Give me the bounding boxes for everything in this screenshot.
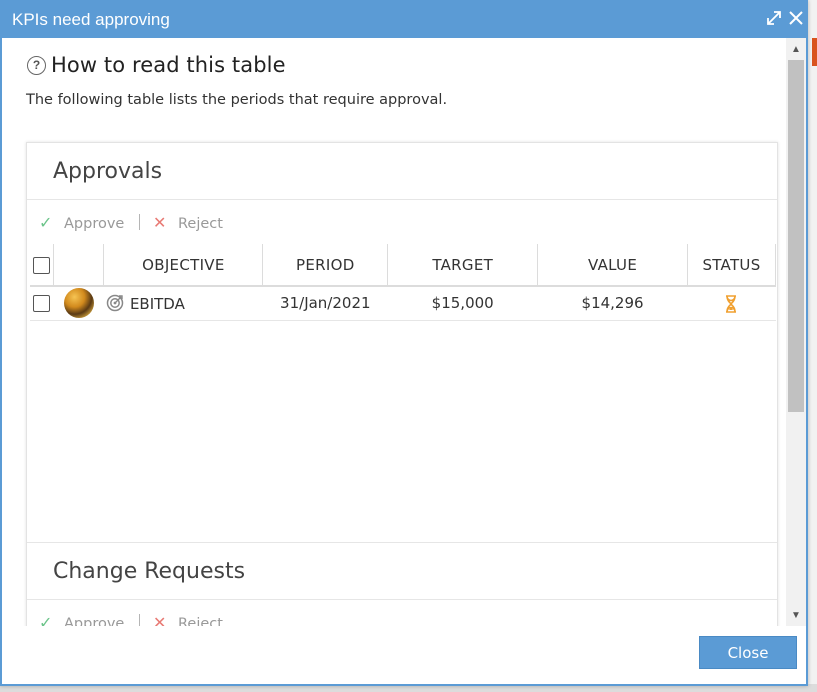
target-header[interactable]: TARGET bbox=[387, 244, 539, 287]
select-all-checkbox[interactable] bbox=[33, 256, 51, 274]
row-avatar-cell bbox=[53, 286, 104, 321]
objective-header[interactable]: OBJECTIVE bbox=[103, 244, 264, 287]
reject-label: Reject bbox=[178, 216, 223, 232]
value-header[interactable]: VALUE bbox=[537, 244, 688, 287]
vertical-scrollbar[interactable]: ▲ ▼ bbox=[786, 38, 806, 626]
toolbar-divider bbox=[139, 214, 140, 230]
value-cell: $14,296 bbox=[537, 286, 688, 321]
approvals-section-title: Approvals bbox=[53, 159, 163, 184]
help-text: The following table lists the periods th… bbox=[26, 92, 448, 108]
toolbar-divider bbox=[139, 614, 140, 626]
scrollbar-thumb[interactable] bbox=[788, 60, 804, 412]
background-app-edge bbox=[808, 0, 817, 692]
approve-label: Approve bbox=[64, 216, 125, 232]
check-icon: ✓ bbox=[39, 613, 53, 626]
table-header-row: OBJECTIVE PERIOD TARGET VALUE STATUS bbox=[30, 244, 777, 287]
check-icon: ✓ bbox=[39, 213, 53, 232]
reject-label: Reject bbox=[178, 616, 223, 626]
change-requests-approve-button[interactable]: ✓ Approve bbox=[39, 613, 124, 626]
section-divider bbox=[27, 542, 777, 543]
dialog-title: KPIs need approving bbox=[12, 10, 170, 29]
status-cell bbox=[687, 286, 776, 321]
period-cell: 31/Jan/2021 bbox=[262, 286, 388, 321]
objective-cell: EBITDA bbox=[103, 286, 263, 321]
approve-button[interactable]: ✓ Approve bbox=[39, 213, 124, 232]
row-select-cell bbox=[30, 286, 54, 321]
avatar-header bbox=[53, 244, 105, 287]
avatar bbox=[63, 288, 94, 319]
section-divider bbox=[27, 599, 777, 600]
objective-value: EBITDA bbox=[129, 294, 185, 313]
approvals-table: OBJECTIVE PERIOD TARGET VALUE STATUS EBI… bbox=[30, 244, 777, 321]
dialog-content: ? How to read this table The following t… bbox=[2, 38, 786, 626]
dialog-titlebar[interactable]: KPIs need approving bbox=[2, 2, 806, 38]
approve-label: Approve bbox=[64, 616, 125, 626]
background-app-accent bbox=[812, 38, 817, 66]
period-header[interactable]: PERIOD bbox=[262, 244, 389, 287]
target-cell: $15,000 bbox=[387, 286, 538, 321]
help-title: How to read this table bbox=[51, 53, 286, 77]
change-requests-title: Change Requests bbox=[53, 559, 246, 584]
section-divider bbox=[27, 199, 777, 200]
approvals-panel: Approvals ✓ Approve ✕ Reject OBJECTIVE P… bbox=[26, 142, 778, 626]
target-icon bbox=[106, 294, 124, 312]
x-icon: ✕ bbox=[153, 213, 167, 232]
row-checkbox[interactable] bbox=[33, 295, 51, 313]
status-header[interactable]: STATUS bbox=[687, 244, 777, 287]
scroll-down-arrow-icon[interactable]: ▼ bbox=[786, 606, 806, 626]
scroll-up-arrow-icon[interactable]: ▲ bbox=[786, 40, 806, 60]
question-circle-icon: ? bbox=[27, 56, 46, 75]
x-icon: ✕ bbox=[153, 613, 167, 626]
change-requests-reject-button[interactable]: ✕ Reject bbox=[153, 613, 223, 626]
hourglass-icon bbox=[724, 294, 738, 313]
close-icon[interactable] bbox=[786, 8, 806, 28]
close-button[interactable]: Close bbox=[699, 636, 797, 669]
reject-button[interactable]: ✕ Reject bbox=[153, 213, 223, 232]
table-row[interactable]: EBITDA 31/Jan/2021 $15,000 $14,296 bbox=[30, 286, 776, 321]
select-all-cell bbox=[30, 244, 55, 287]
expand-icon[interactable] bbox=[764, 8, 784, 28]
kpi-approval-dialog: KPIs need approving ? How to read this t… bbox=[0, 0, 808, 686]
